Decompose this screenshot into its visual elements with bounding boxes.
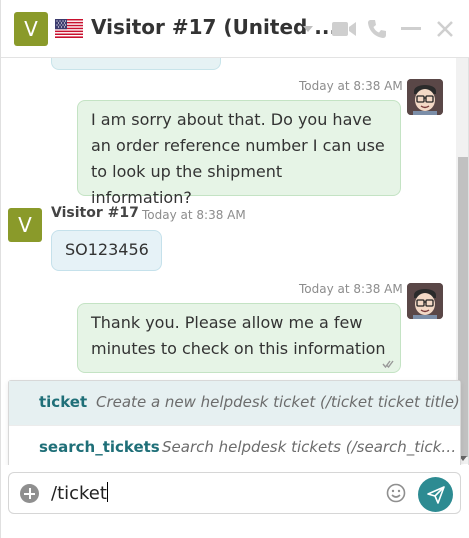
message-line: to look up the shipment information? (91, 162, 283, 207)
send-button[interactable] (418, 477, 453, 512)
agent-avatar[interactable] (407, 283, 443, 319)
suggestion-ticket[interactable]: ticket Create a new helpdesk ticket (/ti… (9, 381, 460, 425)
suggestion-description: Create a new helpdesk ticket (/ticket ti… (96, 393, 460, 411)
suggestion-search-tickets[interactable]: search_tickets Search helpdesk tickets (… (9, 425, 460, 469)
message-line: SO123456 (65, 240, 149, 259)
livechat-window: V Visitor #17 (United ... Today at 8:38 … (0, 0, 469, 538)
video-camera-icon[interactable] (330, 17, 358, 41)
message-timestamp: Today at 8:38 AM (299, 282, 403, 296)
agent-avatar[interactable] (407, 79, 443, 115)
message-input[interactable]: /ticket (8, 472, 461, 514)
message-line: minutes to check on this information (91, 339, 386, 358)
double-check-icon (382, 360, 394, 368)
minimize-icon[interactable] (399, 17, 423, 41)
message-line: I am sorry about that. Do you have (91, 110, 372, 129)
us-flag-icon (55, 19, 83, 38)
outgoing-message-bubble: Thank you. Please allow me a few minutes… (77, 303, 401, 373)
message-author[interactable]: Visitor #17 (51, 205, 139, 221)
suggestion-description: Search helpdesk tickets (/search_tick… (162, 438, 457, 456)
chevron-down-icon[interactable] (296, 17, 320, 41)
send-icon (426, 485, 445, 504)
message-line: an order reference number I can use (91, 136, 385, 155)
previous-message-bubble (51, 58, 221, 70)
suggestion-command: ticket (39, 393, 88, 411)
command-suggestions: ticket Create a new helpdesk ticket (/ti… (8, 380, 461, 469)
visitor-avatar[interactable]: V (14, 12, 48, 46)
emoji-icon[interactable] (386, 483, 406, 503)
message-line: Thank you. Please allow me a few (91, 313, 363, 332)
chat-header: V Visitor #17 (United ... (1, 0, 469, 58)
message-timestamp: Today at 8:38 AM (142, 208, 246, 222)
outgoing-message-bubble: I am sorry about that. Do you have an or… (77, 100, 401, 207)
phone-icon[interactable] (365, 17, 389, 41)
visitor-avatar[interactable]: V (8, 208, 42, 242)
message-timestamp: Today at 8:38 AM (299, 79, 403, 93)
close-icon[interactable] (433, 17, 457, 41)
incoming-message-bubble: SO123456 (51, 230, 162, 271)
composer: /ticket (1, 465, 469, 538)
message-input-text[interactable]: /ticket (51, 482, 108, 504)
text-caret (106, 482, 108, 502)
suggestion-command: search_tickets (39, 438, 160, 456)
add-icon[interactable] (20, 484, 39, 503)
